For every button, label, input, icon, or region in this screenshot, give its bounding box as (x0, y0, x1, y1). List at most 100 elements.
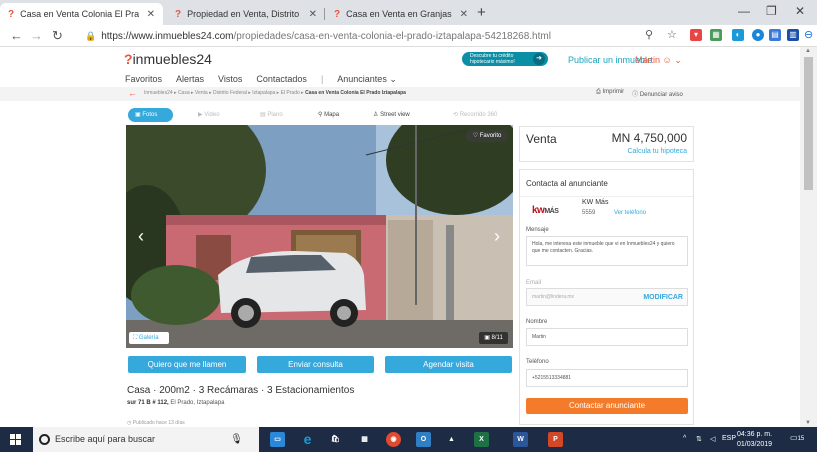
forward-icon[interactable]: → (30, 28, 43, 43)
taskbar-search-placeholder: Escribe aquí para buscar (55, 434, 156, 444)
heart-icon: ♡ (472, 133, 479, 139)
name-field[interactable]: Martin (526, 328, 688, 346)
word-icon[interactable]: W (513, 432, 528, 447)
media-tabs: ▣ Fotos ▶ Video ▤ Plano ⚲ Mapa ♙ Street … (128, 108, 513, 122)
call-me-button[interactable]: Quiero que me llamen (128, 356, 246, 373)
contact-form: Contacta al anunciante kwMÁS KW Más 5559… (519, 169, 694, 425)
close-tab-icon[interactable]: ✕ (147, 9, 155, 20)
breadcrumb-item[interactable]: Iztapalapa (252, 90, 275, 96)
extension-grid-icon[interactable]: ▤ (769, 29, 781, 41)
camera-icon: ▣ (135, 112, 141, 118)
property-photo[interactable] (126, 125, 513, 348)
nav-vistos[interactable]: Vistos (218, 74, 242, 85)
clock-icon: ◷ (127, 420, 132, 426)
gallery-button[interactable]: ⛶ Galería (129, 332, 169, 344)
task-view-icon[interactable]: ▭ (270, 432, 285, 447)
tab-recorrido-360[interactable]: ⟲ Recorrido 360 (453, 108, 497, 122)
nav-alertas[interactable]: Alertas (176, 74, 204, 85)
chrome-icon[interactable]: ◉ (386, 432, 401, 447)
reload-icon[interactable]: ↻ (52, 28, 63, 44)
modify-email-button[interactable]: MODIFICAR (643, 294, 683, 301)
taskbar-clock[interactable]: 04:36 p. m. 01/03/2019 (737, 430, 772, 450)
close-window-icon[interactable]: ✕ (795, 4, 805, 18)
listing-actions: ⎙ Imprimir ⓘ Denunciar aviso (596, 89, 683, 98)
credit-promo-button[interactable]: Descubre tu crédito hipotecario máximo! … (462, 52, 548, 66)
powerpoint-icon[interactable]: P (548, 432, 563, 447)
print-button[interactable]: ⎙ Imprimir (596, 89, 624, 98)
nav-anunciantes[interactable]: Anunciantes ⌄ (337, 74, 397, 85)
new-tab-icon[interactable]: + (477, 4, 486, 21)
show-hidden-icons-icon[interactable]: ^ (683, 435, 686, 442)
prev-photo-icon[interactable]: ‹ (138, 226, 144, 247)
calendar-icon[interactable]: ▦ (357, 432, 372, 447)
send-inquiry-button[interactable]: Enviar consulta (257, 356, 374, 373)
alert-icon: ⓘ (632, 92, 639, 98)
scroll-up-icon[interactable]: ▲ (805, 48, 811, 54)
favorite-button[interactable]: ♡ Favorito (466, 130, 508, 142)
video-icon: ▶ (198, 112, 203, 118)
tab-video[interactable]: ▶ Video (198, 108, 220, 122)
page-scrollbar[interactable]: ▲ ▼ (800, 47, 817, 427)
site-header: ?inmuebles24 Favoritos Alertas Vistos Co… (0, 47, 800, 87)
back-arrow-icon[interactable]: ← (128, 88, 137, 98)
mortgage-calculator-link[interactable]: Calcula tu hipoteca (627, 148, 687, 155)
minimize-icon[interactable]: — (738, 4, 750, 18)
name-label: Nombre (526, 319, 548, 325)
phone-field[interactable]: +5215513334881 (526, 369, 688, 387)
extension-ghost-icon[interactable]: ◐ (732, 29, 744, 41)
microphone-icon[interactable]: 🎙 (230, 427, 243, 452)
schedule-visit-button[interactable]: Agendar visita (385, 356, 512, 373)
breadcrumb-item[interactable]: Casa (178, 90, 190, 96)
photos-icon[interactable]: ▲ (444, 432, 459, 447)
nav-favoritos[interactable]: Favoritos (125, 74, 162, 85)
show-phone-link[interactable]: Ver teléfono (614, 210, 646, 216)
close-tab-icon[interactable]: ✕ (309, 9, 317, 20)
user-menu[interactable]: Martin ☺ ⌄ (635, 55, 682, 66)
browser-tab-3[interactable]: ? Casa en Venta en Granjas San A ✕ (326, 3, 476, 25)
nav-contactados[interactable]: Contactados (256, 74, 307, 85)
close-tab-icon[interactable]: ✕ (460, 9, 468, 20)
maximize-icon[interactable]: ❐ (766, 4, 777, 18)
zoom-icon[interactable]: ⚲ (645, 28, 653, 41)
profile-icon[interactable]: ⊖ (804, 28, 813, 41)
photo-counter: ▣ 8/11 (479, 332, 508, 344)
scrollbar-thumb[interactable] (804, 57, 813, 190)
back-icon[interactable]: ← (10, 28, 23, 43)
breadcrumb-item[interactable]: Inmuebles24 (144, 90, 173, 96)
scroll-down-icon[interactable]: ▼ (805, 420, 811, 426)
next-photo-icon[interactable]: › (494, 226, 500, 247)
breadcrumb-item[interactable]: Distrito Federal (213, 90, 247, 96)
bookmark-star-icon[interactable]: ☆ (667, 28, 677, 41)
notifications-icon[interactable]: ▭15 (790, 433, 804, 446)
tab-plano[interactable]: ▤ Plano (260, 108, 283, 122)
extension-pocket-icon[interactable]: ▾ (690, 29, 702, 41)
agent-name: KW Más (582, 199, 609, 206)
listing-published: ◷ Publicado hace 13 días (127, 420, 185, 426)
extension-circle-icon[interactable]: ● (752, 29, 764, 41)
favorite-label: Favorito (479, 133, 502, 139)
extension-sheets-icon[interactable]: ▦ (710, 29, 722, 41)
tab-mapa[interactable]: ⚲ Mapa (318, 108, 339, 122)
tab-fotos[interactable]: ▣ Fotos (128, 108, 173, 122)
report-button[interactable]: ⓘ Denunciar aviso (632, 89, 683, 98)
breadcrumb-item[interactable]: Venta (195, 90, 208, 96)
excel-icon[interactable]: X (474, 432, 489, 447)
language-indicator[interactable]: ESP (722, 435, 736, 442)
message-textarea[interactable]: Hola, me interesa este inmueble que vi e… (526, 236, 688, 266)
windows-start-icon[interactable] (10, 434, 22, 446)
volume-icon[interactable]: ◁ (710, 435, 715, 443)
store-icon[interactable]: 🛍 (328, 432, 343, 447)
url-input[interactable]: 🔒 https://www.inmuebles24.com/propiedade… (79, 27, 642, 45)
browser-tab-2[interactable]: ? Propiedad en Venta, Distrito Fed ✕ (167, 3, 325, 25)
taskbar-search-input[interactable]: Escribe aquí para buscar 🎙 (33, 427, 259, 452)
outlook-icon[interactable]: O (416, 432, 431, 447)
browser-tab-1[interactable]: ? Casa en Venta Colonia El Prado I ✕ (0, 3, 163, 25)
contact-agent-button[interactable]: Contactar anunciante (526, 398, 688, 414)
browser-tab-label: Casa en Venta en Granjas San A (346, 9, 452, 19)
edge-icon[interactable]: e (300, 432, 315, 447)
network-icon[interactable]: ⇅ (696, 435, 702, 443)
tab-street-view[interactable]: ♙ Street view (373, 108, 410, 122)
breadcrumb-item[interactable]: El Prado (281, 90, 300, 96)
extension-book-icon[interactable]: ▥ (787, 29, 799, 41)
site-logo[interactable]: ?inmuebles24 (124, 51, 212, 67)
